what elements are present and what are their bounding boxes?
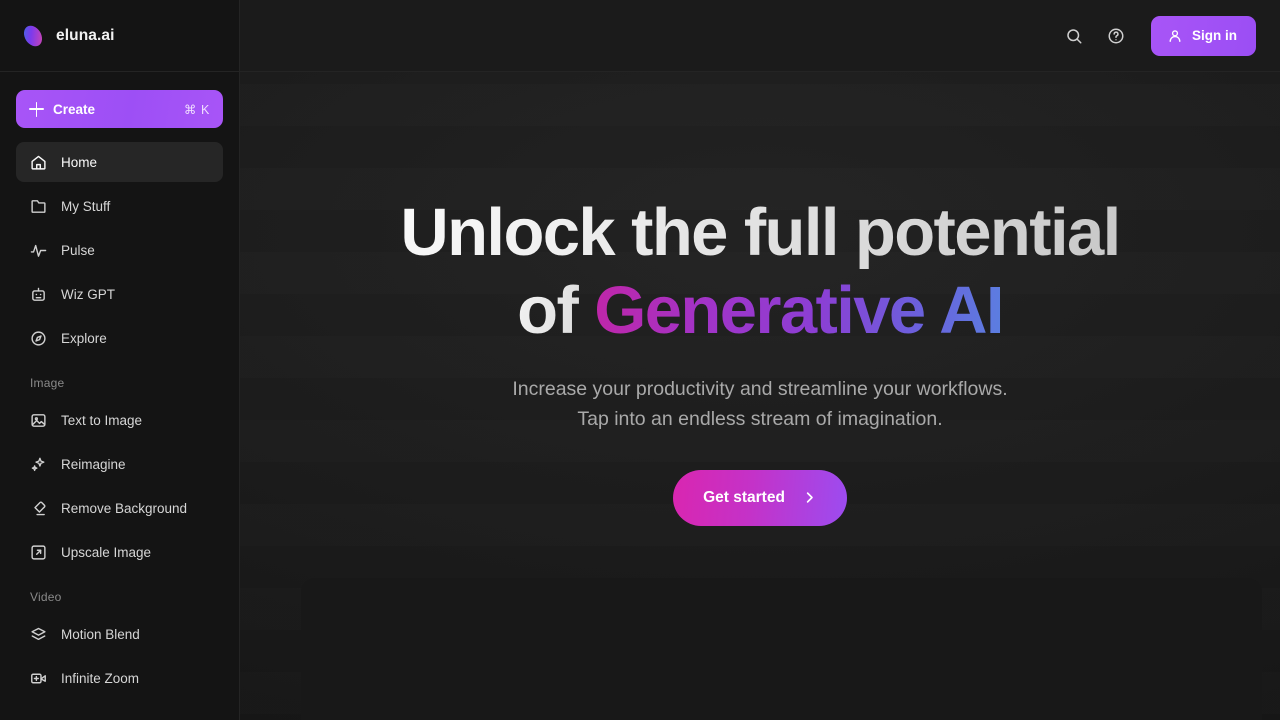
hero-subtitle-line-1: Increase your productivity and streamlin… [512,378,1008,401]
content-panel-peek [301,578,1262,720]
folder-icon [30,198,47,215]
sidebar-item-label: My Stuff [61,198,111,214]
sidebar-item-motion-blend[interactable]: Motion Blend [16,614,223,654]
create-button[interactable]: Create ⌘ K [16,90,223,128]
get-started-button[interactable]: Get started [673,469,847,526]
video-plus-icon [30,670,47,687]
sign-in-button[interactable]: Sign in [1151,15,1256,56]
sidebar-item-explore[interactable]: Explore [16,318,223,358]
get-started-label: Get started [703,488,785,506]
eraser-icon [30,500,47,517]
sidebar-item-infinite-zoom[interactable]: Infinite Zoom [16,658,223,698]
sidebar-item-label: Upscale Image [61,544,152,560]
sidebar-item-pulse[interactable]: Pulse [16,230,223,270]
section-label-image: Image [30,376,65,390]
sidebar-item-label: Infinite Zoom [61,670,140,686]
user-icon [1167,28,1183,44]
page-title: Unlock the full potential of Generative … [240,194,1280,349]
image-icon [30,412,47,429]
robot-icon [30,286,47,303]
sidebar-item-label: Home [61,154,98,170]
sparkles-icon [30,456,47,473]
sidebar-item-wiz-gpt[interactable]: Wiz GPT [16,274,223,314]
primary-nav: Home My Stuff Pulse Wiz GPT Explore [16,142,223,358]
brand-name: eluna.ai [56,26,115,44]
headline-of: of [517,272,595,348]
sidebar-item-label: Pulse [61,242,95,258]
headline-line-2: of Generative AI [240,272,1280,350]
image-tools-nav: Text to Image Reimagine Remove Backgroun… [16,400,223,572]
chevron-right-icon [802,490,817,505]
upscale-arrow-icon [30,544,47,561]
hero-section: Unlock the full potential of Generative … [240,72,1280,526]
sidebar-item-text-to-image[interactable]: Text to Image [16,400,223,440]
top-bar: Sign in [240,0,1280,72]
sidebar-item-label: Explore [61,330,107,346]
help-button[interactable] [1099,19,1133,53]
sidebar-item-label: Text to Image [61,412,143,428]
plus-icon [29,101,44,117]
sidebar-item-label: Remove Background [61,500,188,516]
activity-pulse-icon [30,242,47,259]
sidebar: eluna.ai Create ⌘ K Home My Stuff Pulse … [0,0,240,720]
sidebar-item-remove-background[interactable]: Remove Background [16,488,223,528]
sidebar-item-label: Wiz GPT [61,286,115,302]
video-tools-nav: Motion Blend Infinite Zoom [16,614,223,698]
search-button[interactable] [1057,19,1091,53]
sidebar-scroll: Create ⌘ K Home My Stuff Pulse Wiz GPT E… [0,72,239,720]
headline-line-1: Unlock the full potential [240,194,1280,272]
main-content: Sign in Unlock the full potential of Gen… [240,0,1280,720]
help-circle-icon [1107,27,1125,45]
sidebar-item-my-stuff[interactable]: My Stuff [16,186,223,226]
sidebar-item-upscale-image[interactable]: Upscale Image [16,532,223,572]
home-icon [30,154,47,171]
hero-subtitle-line-2: Tap into an endless stream of imaginatio… [577,407,943,430]
sidebar-item-reimagine[interactable]: Reimagine [16,444,223,484]
sidebar-item-label: Motion Blend [61,626,140,642]
layers-icon [30,626,47,643]
sidebar-item-home[interactable]: Home [16,142,223,182]
create-shortcut-label: ⌘ K [183,102,210,117]
headline-accent: Generative AI [594,272,1004,348]
brand[interactable]: eluna.ai [0,0,239,72]
compass-icon [30,330,47,347]
create-button-label: Create [53,101,96,117]
section-label-video: Video [30,590,62,604]
sidebar-item-label: Reimagine [61,456,126,472]
cta-wrapper: Get started [240,469,1280,526]
sign-in-label: Sign in [1192,28,1237,43]
hero-subtitle: Increase your productivity and streamlin… [240,375,1280,434]
eluna-gradient-ellipse-logo [20,21,46,50]
search-icon [1065,27,1083,45]
app-root: eluna.ai Create ⌘ K Home My Stuff Pulse … [0,0,1280,720]
